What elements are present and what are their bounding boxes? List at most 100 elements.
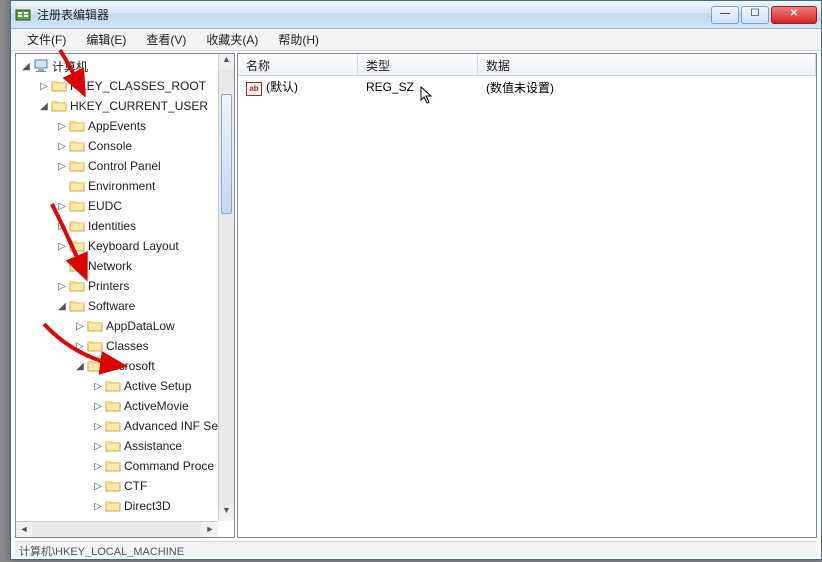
tree-label: Printers (88, 279, 129, 293)
tree-label: Active Setup (124, 379, 191, 393)
expander-icon[interactable]: ▷ (92, 441, 104, 452)
expander-icon[interactable]: ◢ (20, 61, 32, 72)
expander-icon[interactable]: ▷ (92, 421, 104, 432)
expander-icon[interactable]: ▷ (74, 321, 86, 332)
tree-item[interactable]: ◢ Microsoft (16, 356, 218, 376)
values-pane: 名称 类型 数据 ab(默认)REG_SZ(数值未设置) (237, 53, 817, 538)
maximize-button[interactable]: ☐ (741, 6, 769, 24)
tree-item[interactable]: ▷Direct3D (16, 496, 218, 516)
tree-item[interactable]: ▷ Console (16, 136, 218, 156)
folder-icon (69, 239, 85, 253)
expander-icon[interactable]: ▷ (56, 281, 68, 292)
folder-icon (87, 319, 103, 333)
expander-icon[interactable]: ▷ (56, 221, 68, 232)
column-name[interactable]: 名称 (238, 54, 358, 75)
folder-icon (87, 359, 103, 373)
statusbar: 计算机\HKEY_LOCAL_MACHINE (15, 541, 817, 557)
menu-file[interactable]: 文件(F) (17, 29, 76, 50)
tree-label: Identities (88, 219, 136, 233)
expander-icon[interactable]: ▷ (56, 121, 68, 132)
value-name: (默认) (266, 80, 298, 94)
minimize-button[interactable]: — (711, 6, 739, 24)
menu-view[interactable]: 查看(V) (136, 29, 196, 50)
tree-item[interactable]: ▷Command Proce (16, 456, 218, 476)
menu-edit[interactable]: 编辑(E) (76, 29, 136, 50)
tree-item[interactable]: ▷ Identities (16, 216, 218, 236)
tree-item[interactable]: ▷ EUDC (16, 196, 218, 216)
tree-item[interactable]: Environment (16, 176, 218, 196)
close-button[interactable]: ✕ (771, 6, 817, 24)
tree-label: Network (88, 259, 132, 273)
registry-editor-window: 注册表编辑器 — ☐ ✕ 文件(F) 编辑(E) 查看(V) 收藏夹(A) 帮助… (10, 0, 822, 560)
tree-item[interactable]: ▷ HKEY_CLASSES_ROOT (16, 76, 218, 96)
tree-item[interactable]: ▷ Active Setup (16, 376, 218, 396)
tree-label: Advanced INF Se (124, 419, 218, 433)
folder-icon (105, 499, 121, 513)
expander-icon[interactable]: ▷ (92, 501, 104, 512)
folder-icon (105, 479, 121, 493)
expander-icon[interactable]: ◢ (38, 101, 50, 112)
tree-label: HKEY_CLASSES_ROOT (70, 79, 206, 93)
expander-icon[interactable]: ◢ (74, 361, 86, 372)
menu-favorites[interactable]: 收藏夹(A) (196, 29, 268, 50)
folder-icon (69, 119, 85, 133)
value-data: (数值未设置) (478, 79, 816, 96)
column-data[interactable]: 数据 (478, 54, 816, 75)
tree-label: EUDC (88, 199, 122, 213)
tree-pane: ◢计算机 ▷ HKEY_CLASSES_ROOT ◢ HKEY_CURRENT_USER… (15, 53, 235, 538)
titlebar[interactable]: 注册表编辑器 — ☐ ✕ (11, 1, 821, 29)
tree-label: Microsoft (106, 359, 155, 373)
scroll-down-arrow-icon[interactable]: ▼ (219, 505, 234, 521)
expander-icon[interactable]: ▷ (56, 161, 68, 172)
folder-icon (69, 279, 85, 293)
tree-item[interactable]: ▷ Keyboard Layout (16, 236, 218, 256)
expander-icon[interactable]: ▷ (92, 381, 104, 392)
expander-icon[interactable]: ▷ (56, 201, 68, 212)
tree-item[interactable]: ▷ CTF (16, 476, 218, 496)
tree-item[interactable]: ▷ Control Panel (16, 156, 218, 176)
scroll-thumb[interactable] (221, 94, 232, 214)
tree-label: Console (88, 139, 132, 153)
expander-icon[interactable]: ▷ (56, 141, 68, 152)
tree-vertical-scrollbar[interactable]: ▲ ▼ (218, 54, 234, 521)
scroll-up-arrow-icon[interactable]: ▲ (219, 54, 234, 70)
tree-label: Keyboard Layout (88, 239, 179, 253)
folder-icon (87, 339, 103, 353)
tree-label: CTF (124, 479, 147, 493)
tree-label: HKEY_CURRENT_USER (70, 99, 208, 113)
window-controls: — ☐ ✕ (711, 6, 817, 24)
tree-horizontal-scrollbar[interactable]: ◄ ► (16, 521, 218, 537)
tree-item[interactable]: ▷ AppEvents (16, 116, 218, 136)
tree-item[interactable]: ▷ Advanced INF Se (16, 416, 218, 436)
app-icon (15, 7, 31, 23)
expander-icon[interactable]: ▷ (56, 241, 68, 252)
tree-label: ActiveMovie (124, 399, 189, 413)
tree-item[interactable]: ▷Assistance (16, 436, 218, 456)
tree-label: AppEvents (88, 119, 146, 133)
values-header[interactable]: 名称 类型 数据 (238, 54, 816, 76)
tree-label: Software (88, 299, 135, 313)
tree-item[interactable]: ▷AppDataLow (16, 316, 218, 336)
expander-icon[interactable]: ▷ (74, 341, 86, 352)
expander-icon[interactable]: ▷ (38, 81, 50, 92)
tree-item[interactable]: ▷ Printers (16, 276, 218, 296)
tree-item[interactable]: ◢ Software (16, 296, 218, 316)
expander-icon[interactable]: ▷ (92, 481, 104, 492)
registry-tree[interactable]: ◢计算机 ▷ HKEY_CLASSES_ROOT ◢ HKEY_CURRENT_USER… (16, 54, 218, 537)
value-row[interactable]: ab(默认)REG_SZ(数值未设置) (238, 78, 816, 96)
tree-item[interactable]: ▷ ActiveMovie (16, 396, 218, 416)
expander-icon[interactable]: ◢ (56, 301, 68, 312)
menu-help[interactable]: 帮助(H) (268, 29, 329, 50)
tree-item[interactable]: ◢ HKEY_CURRENT_USER (16, 96, 218, 116)
tree-item[interactable]: ▷Classes (16, 336, 218, 356)
tree-label: Control Panel (88, 159, 161, 173)
tree-root[interactable]: ◢计算机 (16, 56, 218, 76)
expander-icon[interactable]: ▷ (92, 401, 104, 412)
folder-icon (69, 219, 85, 233)
expander-icon[interactable]: ▷ (92, 461, 104, 472)
scroll-right-arrow-icon[interactable]: ► (202, 522, 218, 537)
scroll-left-arrow-icon[interactable]: ◄ (16, 522, 32, 537)
tree-item[interactable]: Network (16, 256, 218, 276)
values-list[interactable]: ab(默认)REG_SZ(数值未设置) (238, 76, 816, 98)
column-type[interactable]: 类型 (358, 54, 478, 75)
